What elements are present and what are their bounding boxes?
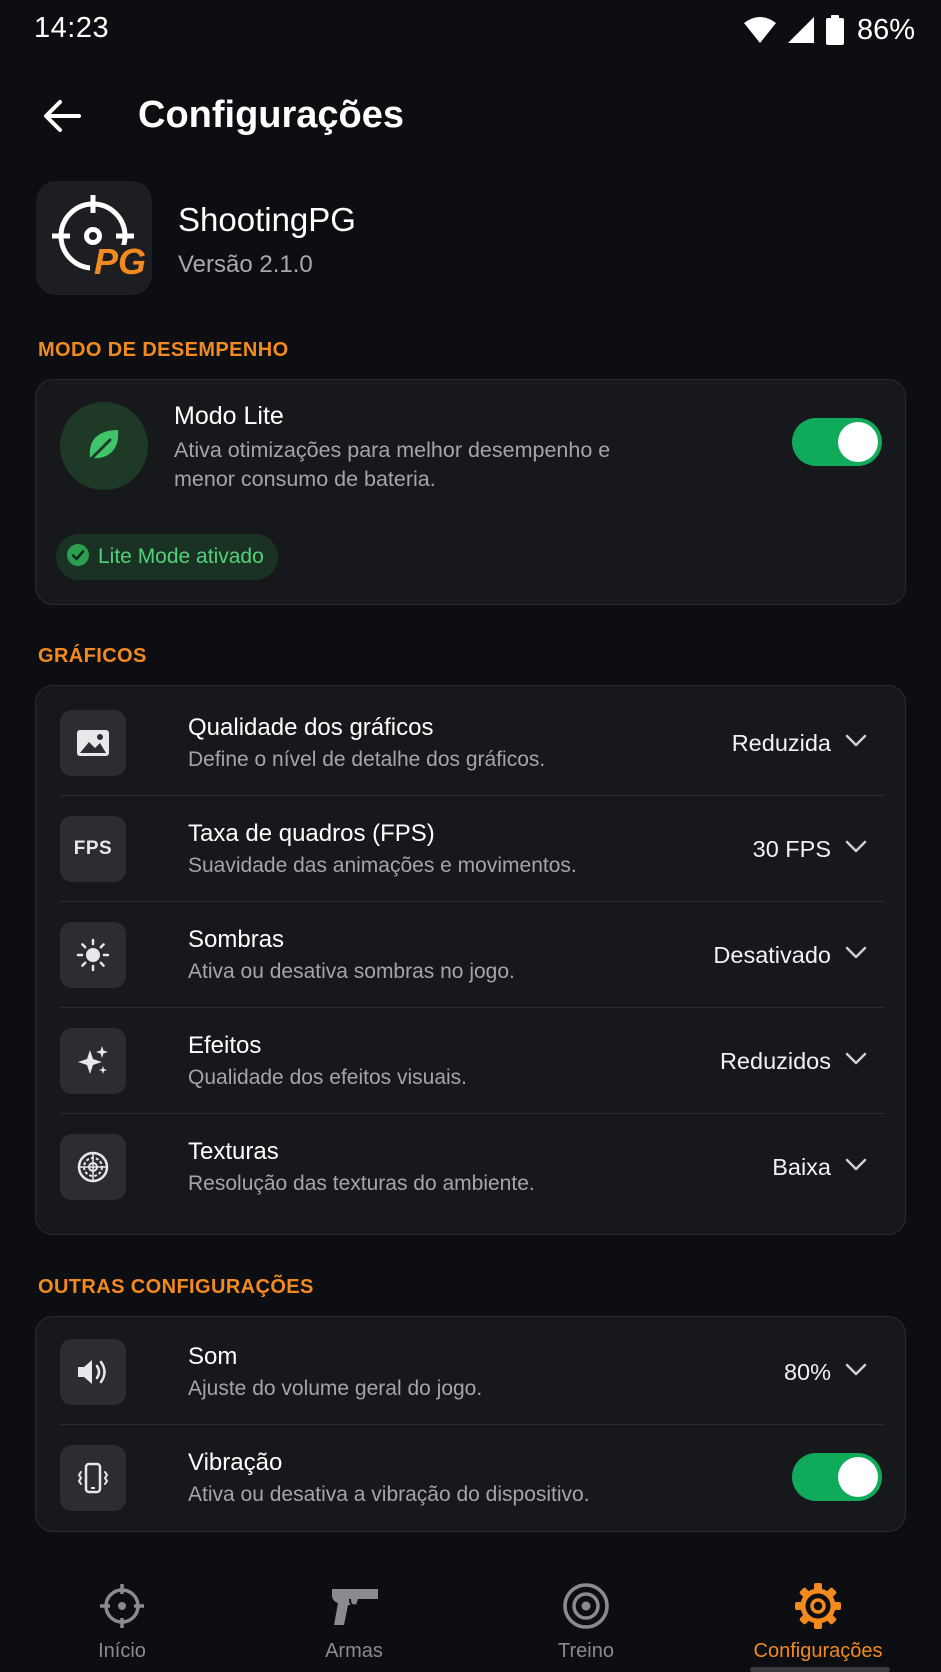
fps-icon-text: FPS [73, 838, 113, 859]
check-circle-icon [66, 543, 90, 572]
vibration-toggle[interactable] [792, 1453, 882, 1501]
setting-title: Texturas [188, 1138, 279, 1165]
leaf-icon-container [60, 402, 148, 490]
setting-description: Resolução das texturas do ambiente. [188, 1172, 535, 1195]
setting-title: Som [188, 1343, 238, 1370]
app-logo: PG [36, 181, 152, 295]
status-bar: 14:23 86% [0, 0, 941, 58]
status-icons: 86% [743, 12, 915, 48]
setting-title: Sombras [188, 926, 285, 953]
setting-row-textures[interactable]: Texturas Resolução das texturas do ambie… [60, 1114, 885, 1220]
chevron-down-icon [845, 1158, 867, 1177]
sun-icon [60, 922, 126, 988]
section-label-performance: MODO DE DESEMPENHO [38, 339, 289, 361]
setting-description: Define o nível de detalhe dos gráficos. [188, 748, 546, 771]
setting-description: Ativa ou desativa a vibração do disposit… [188, 1483, 590, 1506]
nav-label: Treino [558, 1640, 614, 1662]
textures-dropdown[interactable]: Baixa [772, 1150, 867, 1184]
nav-item-weapons[interactable]: Armas [254, 1556, 454, 1666]
graphics-quality-dropdown[interactable]: Reduzida [732, 726, 867, 760]
dropdown-value: Reduzidos [719, 1047, 831, 1074]
lite-mode-title: Modo Lite [174, 402, 284, 430]
wifi-icon [743, 16, 777, 44]
setting-row-fps[interactable]: FPS Taxa de quadros (FPS) Suavidade das … [60, 796, 885, 902]
shadows-dropdown[interactable]: Desativado [713, 938, 867, 972]
nav-item-training[interactable]: Treino [486, 1556, 686, 1666]
target-icon [562, 1578, 610, 1634]
chevron-down-icon [845, 840, 867, 859]
app-info: PG ShootingPG Versão 2.1.0 [36, 181, 906, 295]
chevron-down-icon [845, 1052, 867, 1071]
home-indicator [750, 1667, 890, 1672]
lite-mode-description: Ativa otimizações para melhor desempenho… [174, 438, 611, 491]
performance-card: Modo Lite Ativa otimizações para melhor … [35, 379, 906, 605]
nav-item-settings[interactable]: Configurações [718, 1556, 918, 1666]
lite-mode-toggle[interactable] [792, 418, 882, 466]
setting-row-effects[interactable]: Efeitos Qualidade dos efeitos visuais. R… [60, 1008, 885, 1114]
chevron-down-icon [845, 946, 867, 965]
setting-row-sound[interactable]: Som Ajuste do volume geral do jogo. 80% [60, 1319, 885, 1425]
dropdown-value: 80% [783, 1358, 831, 1385]
setting-row-vibration[interactable]: Vibração Ativa ou desativa a vibração do… [60, 1425, 885, 1531]
dropdown-value: Reduzida [731, 729, 831, 756]
app-name: ShootingPG [178, 201, 356, 238]
section-label-graphics: GRÁFICOS [38, 645, 147, 667]
nav-label: Armas [325, 1640, 383, 1662]
setting-description: Qualidade dos efeitos visuais. [188, 1066, 467, 1089]
fps-icon: FPS [60, 816, 126, 882]
arrow-left-icon [43, 99, 81, 138]
lite-mode-badge: Lite Mode ativado [56, 534, 278, 580]
lite-mode-badge-text: Lite Mode ativado [98, 545, 264, 568]
other-settings-card: Som Ajuste do volume geral do jogo. 80% … [35, 1316, 906, 1532]
texture-icon [60, 1134, 126, 1200]
graphics-card: Qualidade dos gráficos Define o nível de… [35, 685, 906, 1235]
setting-row-shadows[interactable]: Sombras Ativa ou desativa sombras no jog… [60, 902, 885, 1008]
section-label-other: OUTRAS CONFIGURAÇÕES [38, 1276, 314, 1298]
setting-description: Suavidade das animações e movimentos. [188, 854, 577, 877]
dropdown-value: Desativado [713, 941, 831, 968]
setting-title: Efeitos [188, 1032, 262, 1059]
vibration-icon [60, 1445, 126, 1511]
setting-description: Ativa ou desativa sombras no jogo. [188, 960, 515, 983]
nav-item-home[interactable]: Início [22, 1556, 222, 1666]
setting-title: Taxa de quadros (FPS) [188, 820, 435, 847]
app-logo-text: PG [94, 241, 147, 282]
setting-row-graphics-quality[interactable]: Qualidade dos gráficos Define o nível de… [60, 690, 885, 796]
chevron-down-icon [845, 734, 867, 753]
pistol-icon [328, 1578, 380, 1634]
cellular-signal-icon [787, 16, 815, 44]
image-icon [60, 710, 126, 776]
gear-icon [793, 1578, 843, 1634]
sparkle-icon [60, 1028, 126, 1094]
speaker-icon [60, 1339, 126, 1405]
nav-label: Configurações [753, 1640, 883, 1662]
dropdown-value: Baixa [772, 1153, 831, 1180]
crosshair-icon [98, 1578, 146, 1634]
sound-dropdown[interactable]: 80% [784, 1355, 867, 1389]
app-version: Versão 2.1.0 [178, 251, 313, 278]
status-time: 14:23 [34, 12, 110, 44]
setting-title: Vibração [188, 1449, 283, 1476]
app-header: Configurações [0, 80, 941, 156]
setting-title: Qualidade dos gráficos [188, 714, 434, 741]
setting-description: Ajuste do volume geral do jogo. [188, 1377, 483, 1400]
page-title: Configurações [138, 94, 405, 136]
nav-label: Início [98, 1640, 146, 1662]
dropdown-value: 30 FPS [752, 835, 831, 862]
back-button[interactable] [38, 94, 86, 142]
battery-percent: 86% [856, 13, 915, 46]
toggle-knob [838, 422, 878, 462]
battery-icon [825, 15, 845, 45]
effects-dropdown[interactable]: Reduzidos [720, 1044, 867, 1078]
bottom-navigation: Início Armas Treino Configurações [0, 1556, 941, 1672]
chevron-down-icon [845, 1363, 867, 1382]
fps-dropdown[interactable]: 30 FPS [753, 832, 867, 866]
toggle-knob [838, 1457, 878, 1497]
leaf-icon [88, 430, 119, 462]
